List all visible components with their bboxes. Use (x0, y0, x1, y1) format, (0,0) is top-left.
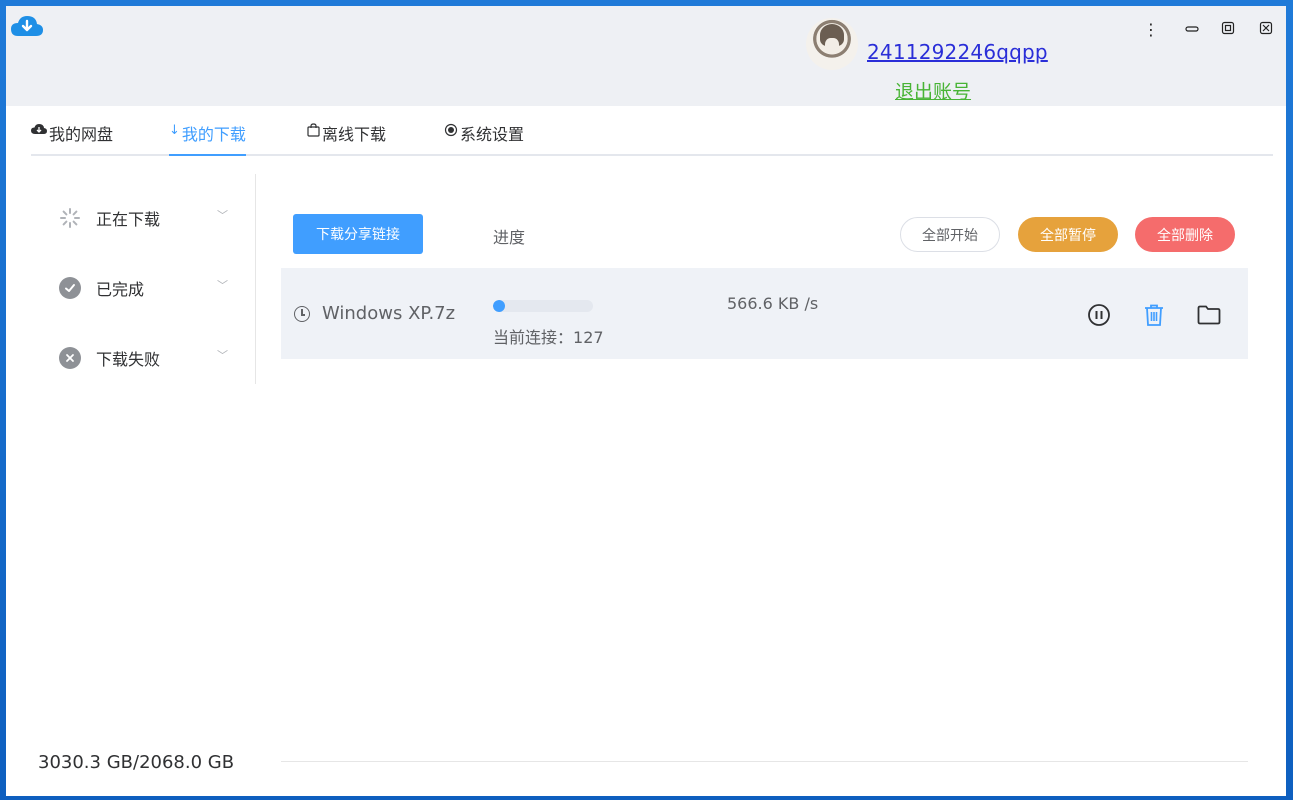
minimize-icon[interactable] (1180, 18, 1204, 42)
download-icon: ↓ (169, 123, 180, 138)
download-speed: 566.6 KB /s (727, 294, 819, 313)
chevron-down-icon[interactable]: ﹀ (217, 347, 228, 363)
progress-bar (493, 300, 593, 312)
close-circle-icon (59, 347, 81, 369)
sidebar: 正在下载 ﹀ 已完成 ﹀ 下载失败 ﹀ (31, 174, 256, 384)
file-name: Windows XP.7z (322, 303, 456, 324)
main-tabs: 我的网盘 ↓ 我的下载 离线下载 系统设置 (31, 106, 1273, 156)
cloud-icon (31, 123, 47, 139)
download-share-link-button[interactable]: 下载分享链接 (293, 214, 423, 254)
cloud-download-logo-icon (10, 14, 44, 40)
chevron-down-icon[interactable]: ﹀ (217, 207, 228, 223)
sidebar-item-failed[interactable]: 下载失败 ﹀ (59, 343, 239, 373)
tab-offline-download[interactable]: 离线下载 (307, 121, 386, 156)
connection-value: 127 (573, 328, 604, 347)
tab-system-settings[interactable]: 系统设置 (444, 121, 524, 156)
download-row[interactable]: Windows XP.7z 当前连接：127 566.6 KB /s (281, 268, 1248, 359)
username-link[interactable]: 2411292246qqpp (867, 40, 1048, 64)
title-bar[interactable]: 2411292246qqpp 退出账号 ⋮ (6, 6, 1286, 106)
more-menu-icon[interactable]: ⋮ (1139, 18, 1163, 42)
sidebar-item-downloading[interactable]: 正在下载 ﹀ (59, 203, 239, 233)
app-window: 2411292246qqpp 退出账号 ⋮ 我的网盘 ↓ 我的下载 离线下载 系… (6, 6, 1286, 796)
check-circle-icon (59, 277, 81, 299)
tab-label: 离线下载 (322, 125, 387, 144)
clock-icon (294, 306, 310, 322)
storage-usage: 3030.3 GB/2068.0 GB (38, 752, 235, 773)
trash-icon[interactable] (1141, 302, 1167, 328)
tab-label: 我的网盘 (49, 125, 114, 144)
settings-radio-icon (444, 123, 458, 141)
chevron-down-icon[interactable]: ﹀ (217, 277, 228, 293)
progress-column-header: 进度 (493, 228, 526, 247)
close-icon[interactable] (1254, 18, 1278, 42)
footer-divider (281, 761, 1248, 762)
pause-all-button[interactable]: 全部暂停 (1018, 217, 1118, 252)
sidebar-item-label: 下载失败 (96, 350, 161, 369)
tab-my-downloads[interactable]: ↓ 我的下载 (169, 121, 246, 156)
tab-my-cloud[interactable]: 我的网盘 (31, 121, 113, 156)
offline-bag-icon (307, 123, 320, 141)
logout-link[interactable]: 退出账号 (895, 77, 971, 104)
folder-icon[interactable] (1196, 302, 1222, 328)
maximize-icon[interactable] (1216, 18, 1240, 42)
connection-count: 当前连接：127 (493, 324, 604, 348)
delete-all-button[interactable]: 全部删除 (1135, 217, 1235, 252)
sidebar-item-completed[interactable]: 已完成 ﹀ (59, 273, 239, 303)
pause-circle-icon[interactable] (1086, 302, 1112, 328)
spinner-icon (59, 207, 81, 229)
start-all-button[interactable]: 全部开始 (900, 217, 1000, 252)
tab-label: 系统设置 (460, 125, 525, 144)
sidebar-item-label: 正在下载 (96, 210, 161, 229)
tab-label: 我的下载 (181, 125, 246, 144)
sidebar-item-label: 已完成 (96, 280, 145, 299)
connection-label: 当前连接： (493, 328, 574, 347)
progress-bar-fill (493, 300, 505, 312)
avatar[interactable] (806, 18, 858, 70)
